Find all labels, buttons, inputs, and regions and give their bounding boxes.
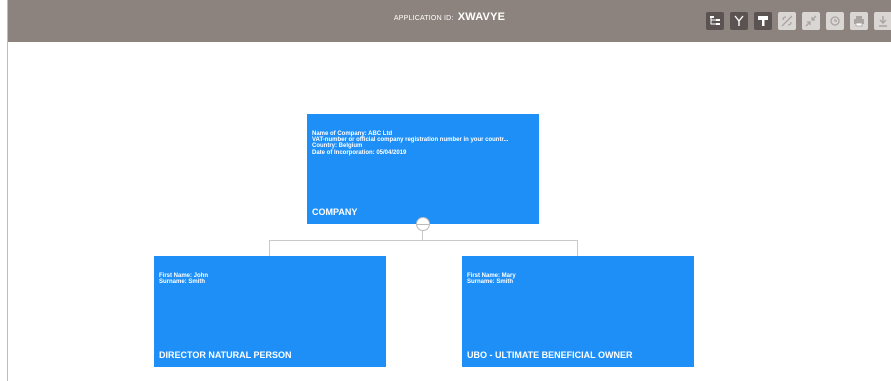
application-id-label: APPLICATION ID: [393, 15, 454, 22]
node-company-title: COMPANY [312, 207, 358, 217]
format-painter-button[interactable] [754, 12, 772, 30]
node-director-details: First Name: John Surname: Smith [159, 273, 208, 285]
node-company[interactable]: Name of Company: ABC Ltd VAT-number or o… [307, 114, 539, 224]
node-ubo-surname: Surname: Smith [467, 279, 514, 286]
connector-left-drop [269, 240, 270, 256]
node-ubo[interactable]: First Name: Mary Surname: Smith UBO - UL… [462, 256, 694, 367]
header-bar: APPLICATION ID: XWAVYE [8, 0, 891, 42]
print-button[interactable] [850, 12, 868, 30]
application-id-value: XWAVYE [457, 11, 506, 23]
tree-layout-icon [710, 16, 720, 25]
fork-icon [734, 15, 744, 26]
unlink-icon [781, 15, 793, 27]
unlink-button[interactable] [778, 12, 796, 30]
download-icon [878, 16, 887, 27]
node-director-title: DIRECTOR NATURAL PERSON [159, 350, 292, 360]
download-button[interactable] [874, 12, 891, 30]
connector-horizontal [269, 240, 578, 241]
format-painter-icon [758, 16, 768, 26]
collapse-icon [805, 15, 817, 27]
print-icon [854, 16, 864, 27]
node-director[interactable]: First Name: John Surname: Smith DIRECTOR… [154, 256, 386, 367]
collapse-toggle[interactable] [416, 217, 430, 231]
node-ubo-title: UBO - ULTIMATE BENEFICIAL OWNER [467, 350, 633, 360]
node-ubo-details: First Name: Mary Surname: Smith [467, 273, 516, 285]
left-border [7, 0, 8, 381]
fork-button[interactable] [730, 12, 748, 30]
collapse-button[interactable] [802, 12, 820, 30]
org-chart-viewer: APPLICATION ID: XWAVYE Name of Company: … [0, 0, 891, 381]
connector-right-drop [577, 240, 578, 256]
tree-layout-button[interactable] [706, 12, 724, 30]
reset-button[interactable] [826, 12, 844, 30]
node-director-surname: Surname: Smith [159, 279, 206, 286]
reset-icon [830, 16, 840, 26]
node-company-details: Name of Company: ABC Ltd VAT-number or o… [312, 131, 508, 156]
node-company-incorporation: Date of Incorporation: 05/04/2019 [312, 149, 407, 156]
